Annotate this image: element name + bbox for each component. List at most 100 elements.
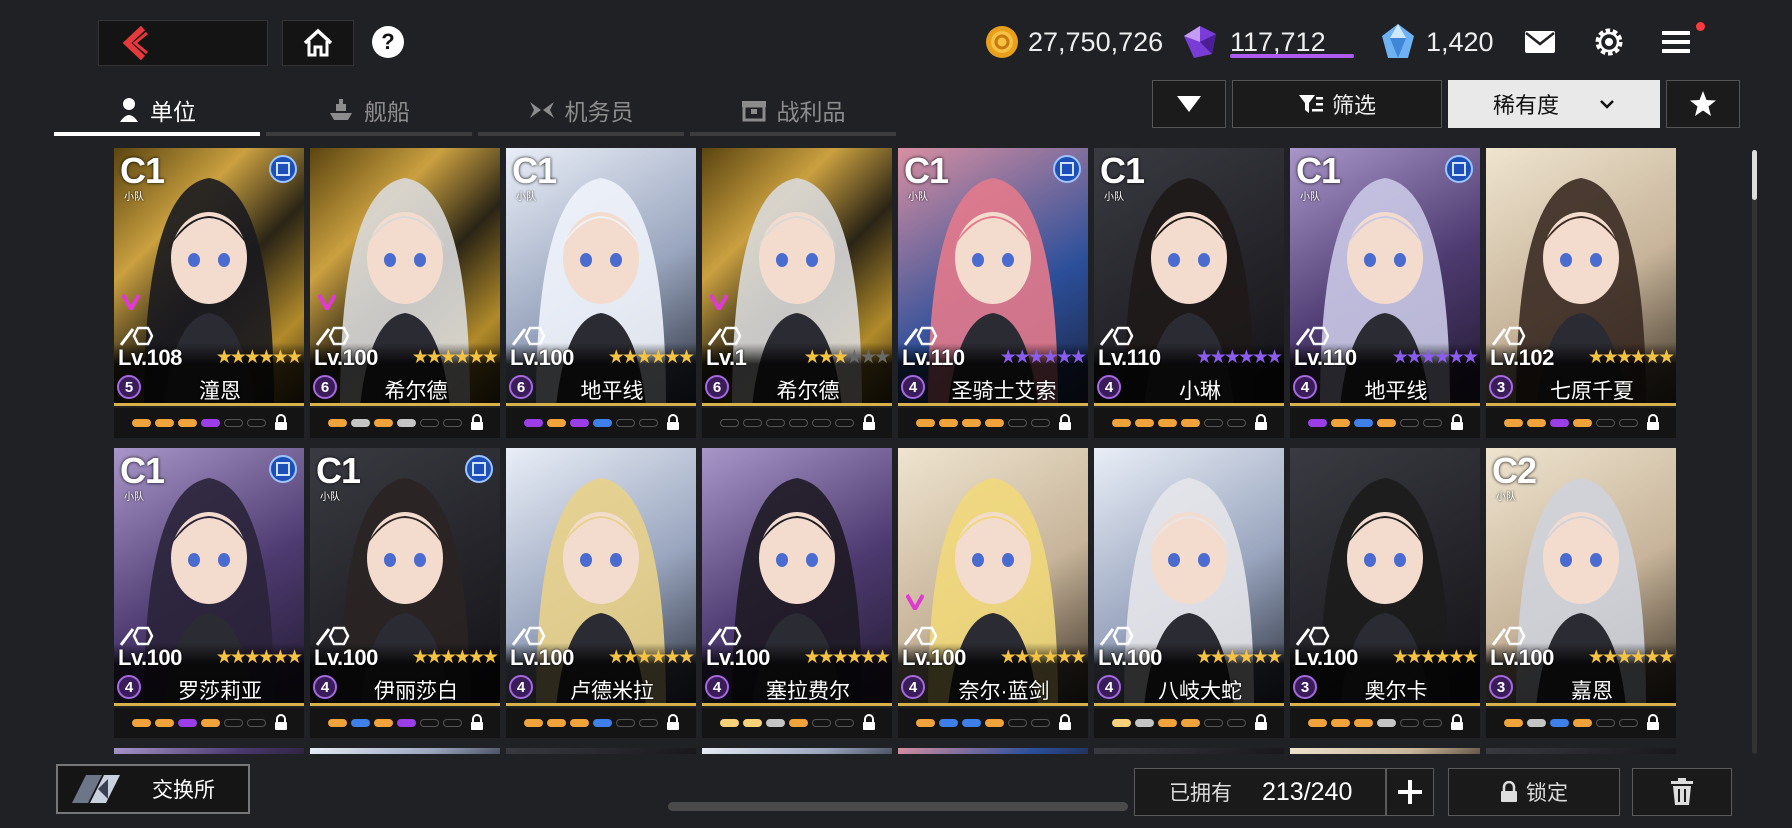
- unit-name: 嘉恩: [1571, 680, 1613, 703]
- unit-level: Lv.108: [118, 345, 182, 370]
- unit-card[interactable]: Lv.100 ★★★★★★ 4 卢德米拉: [506, 448, 696, 738]
- gear-pip: [1204, 419, 1223, 427]
- unit-card[interactable]: C1 小队 Lv.110 ★★★★★★ 4 地平线: [1290, 148, 1480, 438]
- help-icon: ?: [381, 29, 395, 54]
- lock-icon[interactable]: [274, 714, 288, 731]
- unit-stars: ★★★★★★: [1391, 647, 1479, 668]
- lock-label: 锁定: [1526, 782, 1568, 805]
- gear-icon[interactable]: [1592, 25, 1626, 59]
- lock-icon[interactable]: [1254, 414, 1268, 431]
- grade-label: C1: [316, 450, 361, 491]
- mail-icon[interactable]: [1524, 30, 1556, 54]
- lock-icon[interactable]: [274, 414, 288, 431]
- unit-name: 奥尔卡: [1364, 680, 1428, 703]
- gear-pip: [1158, 419, 1177, 427]
- grade-label: C1: [120, 450, 165, 491]
- lock-icon[interactable]: [1646, 714, 1660, 731]
- favorite-filter-button[interactable]: [1666, 80, 1740, 128]
- unit-card-partial[interactable]: [702, 748, 892, 754]
- next-row-preview: [114, 748, 1676, 754]
- gear-pip: [374, 419, 393, 427]
- exchange-button[interactable]: 交换所: [56, 764, 250, 814]
- lock-icon[interactable]: [1646, 414, 1660, 431]
- lock-icon[interactable]: [1058, 414, 1072, 431]
- unit-card[interactable]: Lv.100 ★★★★★★ 4 八岐大蛇: [1094, 448, 1284, 738]
- menu-icon[interactable]: [1660, 28, 1692, 56]
- gear-pip: [1573, 419, 1592, 427]
- gear-pip: [593, 419, 612, 427]
- unit-card[interactable]: Lv.100 ★★★★★★ 4 奈尔·蓝剑: [898, 448, 1088, 738]
- lock-icon[interactable]: [1450, 714, 1464, 731]
- unit-level: Lv.1: [706, 345, 747, 370]
- lock-icon[interactable]: [1450, 414, 1464, 431]
- gear-pip: [720, 419, 739, 427]
- gear-pip: [1619, 719, 1638, 727]
- unit-card-partial[interactable]: [310, 748, 500, 754]
- unit-card-partial[interactable]: [114, 748, 304, 754]
- lock-icon[interactable]: [470, 714, 484, 731]
- unit-card-partial[interactable]: [1486, 748, 1676, 754]
- filter-button[interactable]: 筛选: [1232, 80, 1442, 128]
- unit-card-partial[interactable]: [506, 748, 696, 754]
- vertical-scrollbar[interactable]: [1752, 150, 1757, 754]
- gear-pip: [1423, 419, 1442, 427]
- scroll-thumb[interactable]: [1752, 150, 1757, 200]
- collapse-toggle-button[interactable]: [1152, 80, 1226, 128]
- gear-pip: [397, 419, 416, 427]
- lock-icon[interactable]: [1058, 714, 1072, 731]
- unit-card[interactable]: C1 小队 Lv.110 ★★★★★★ 4 圣骑士艾索: [898, 148, 1088, 438]
- grade-label: C1: [1296, 150, 1341, 191]
- unit-card[interactable]: C1 小队 Lv.108 ★★★★★★ 5 潼恩: [114, 148, 304, 438]
- gear-pip: [224, 419, 243, 427]
- gear-slots: [1486, 408, 1676, 438]
- back-button[interactable]: [98, 20, 268, 66]
- home-button[interactable]: [282, 20, 354, 66]
- unit-info-bar: Lv.110 ★★★★★★ 4 地平线: [1290, 343, 1480, 403]
- unit-card[interactable]: Lv.100 ★★★★★★ 6 希尔德: [310, 148, 500, 438]
- help-button[interactable]: ?: [372, 26, 404, 58]
- gear-pip: [1331, 419, 1350, 427]
- tab-loot[interactable]: 战利品: [690, 88, 896, 136]
- gear-pip: [443, 719, 462, 727]
- gear-pip: [328, 419, 347, 427]
- sort-label: 稀有度: [1492, 93, 1559, 118]
- lock-icon[interactable]: [1254, 714, 1268, 731]
- horizontal-scroll-indicator[interactable]: [668, 802, 1128, 811]
- unit-card[interactable]: C1 小队 Lv.110 ★★★★★★ 4 小琳: [1094, 148, 1284, 438]
- unit-card[interactable]: Lv.100 ★★★★★★ 3 奥尔卡: [1290, 448, 1480, 738]
- expand-capacity-button[interactable]: [1386, 768, 1434, 816]
- lock-button[interactable]: 锁定: [1448, 768, 1620, 816]
- tab-units[interactable]: 单位: [54, 88, 260, 136]
- gear-pip: [1400, 419, 1419, 427]
- unit-card[interactable]: Lv.1 ★★★★★★ 6 希尔德: [702, 148, 892, 438]
- squad-badge-icon: [465, 455, 493, 483]
- unit-card[interactable]: C2 小队 Lv.100 ★★★★★★ 3 嘉恩: [1486, 448, 1676, 738]
- gear-pip: [132, 719, 151, 727]
- unit-card[interactable]: C1 小队 Lv.100 ★★★★★★ 4 罗莎莉亚: [114, 448, 304, 738]
- unit-card[interactable]: Lv.100 ★★★★★★ 4 塞拉费尔: [702, 448, 892, 738]
- unit-stars: ★★★★★★: [607, 347, 695, 368]
- lock-icon[interactable]: [666, 714, 680, 731]
- unit-cost: 4: [901, 675, 925, 699]
- sort-dropdown[interactable]: 稀有度: [1448, 80, 1660, 128]
- gear-pip: [1596, 419, 1615, 427]
- unit-cost: 4: [901, 375, 925, 399]
- lock-icon[interactable]: [862, 714, 876, 731]
- unit-grid-viewport[interactable]: C1 小队 Lv.108 ★★★★★★ 5 潼恩 Lv.100 ★★★★★★ 6 希尔德 C1 小队 L…: [114, 148, 1676, 754]
- unit-card[interactable]: C1 小队 Lv.100 ★★★★★★ 6 地平线: [506, 148, 696, 438]
- tab-operators[interactable]: 机务员: [478, 88, 684, 136]
- lock-icon[interactable]: [470, 414, 484, 431]
- unit-card-partial[interactable]: [1094, 748, 1284, 754]
- dismiss-button[interactable]: [1632, 768, 1732, 816]
- tab-ships[interactable]: 舰船: [266, 88, 472, 136]
- gear-pip: [224, 719, 243, 727]
- unit-card-partial[interactable]: [1290, 748, 1480, 754]
- unit-cost: 3: [1489, 675, 1513, 699]
- gear-pip: [1112, 419, 1131, 427]
- unit-card[interactable]: C1 小队 Lv.100 ★★★★★★ 4 伊丽莎白: [310, 448, 500, 738]
- gear-slots: [1094, 408, 1284, 438]
- lock-icon[interactable]: [666, 414, 680, 431]
- lock-icon[interactable]: [862, 414, 876, 431]
- unit-card[interactable]: Lv.102 ★★★★★★ 3 七原千夏: [1486, 148, 1676, 438]
- unit-card-partial[interactable]: [898, 748, 1088, 754]
